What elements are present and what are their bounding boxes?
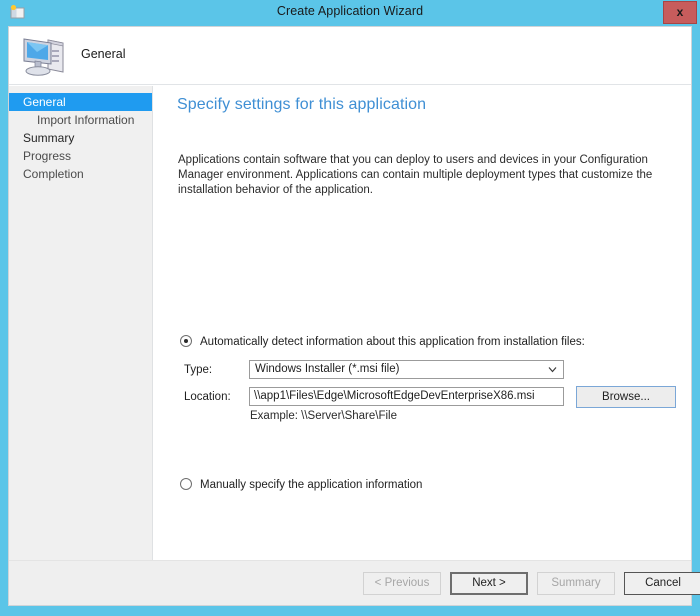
radio-manual-row[interactable]: Manually specify the application informa… — [180, 478, 422, 491]
type-select-value: Windows Installer (*.msi file) — [255, 363, 400, 375]
page-title: Specify settings for this application — [177, 96, 427, 113]
step-list: General Import Information Summary Progr… — [9, 86, 152, 183]
page-description: Applications contain software that you c… — [178, 154, 653, 196]
wizard-footer: < Previous Next > Summary Cancel — [9, 560, 700, 605]
close-icon[interactable]: x — [663, 1, 697, 24]
wizard-window: Create Application Wizard x General Gene… — [0, 0, 700, 616]
summary-button[interactable]: Summary — [537, 572, 615, 595]
previous-button[interactable]: < Previous — [363, 572, 441, 595]
radio-auto-detect-label: Automatically detect information about t… — [200, 336, 585, 348]
wizard-content: Specify settings for this application Ap… — [154, 86, 691, 569]
chevron-down-icon — [548, 365, 557, 374]
browse-button[interactable]: Browse... — [576, 386, 676, 408]
type-label: Type: — [184, 364, 213, 376]
computer-icon — [19, 32, 71, 80]
radio-auto-detect-row[interactable]: Automatically detect information about t… — [180, 335, 585, 348]
wizard-body: General Import Information Summary Progr… — [9, 86, 691, 569]
location-label: Location: — [184, 391, 231, 403]
location-example-hint: Example: \\Server\Share\File — [250, 410, 398, 422]
window-client: General General Import Information Summa… — [8, 26, 700, 606]
location-input[interactable]: \\app1\Files\Edge\MicrosoftEdgeDevEnterp… — [249, 387, 564, 406]
sidebar-item-completion[interactable]: Completion — [9, 165, 152, 183]
next-button[interactable]: Next > — [450, 572, 528, 595]
wizard-step-sidebar: General Import Information Summary Progr… — [9, 86, 153, 569]
sidebar-item-summary[interactable]: Summary — [9, 129, 152, 147]
title-bar: Create Application Wizard x — [0, 0, 700, 26]
radio-manual-label: Manually specify the application informa… — [200, 479, 423, 491]
radio-auto-detect[interactable] — [180, 335, 192, 347]
window-title: Create Application Wizard — [276, 4, 424, 18]
sidebar-item-general[interactable]: General — [9, 93, 152, 111]
sidebar-item-progress[interactable]: Progress — [9, 147, 152, 165]
cancel-button[interactable]: Cancel — [624, 572, 700, 595]
location-input-value: \\app1\Files\Edge\MicrosoftEdgeDevEnterp… — [254, 390, 535, 402]
radio-manual-specify[interactable] — [180, 478, 192, 490]
type-select[interactable]: Windows Installer (*.msi file) — [249, 360, 564, 379]
wizard-header: General — [9, 27, 691, 85]
header-step-label: General — [81, 47, 126, 61]
sidebar-item-import-information[interactable]: Import Information — [9, 111, 152, 129]
